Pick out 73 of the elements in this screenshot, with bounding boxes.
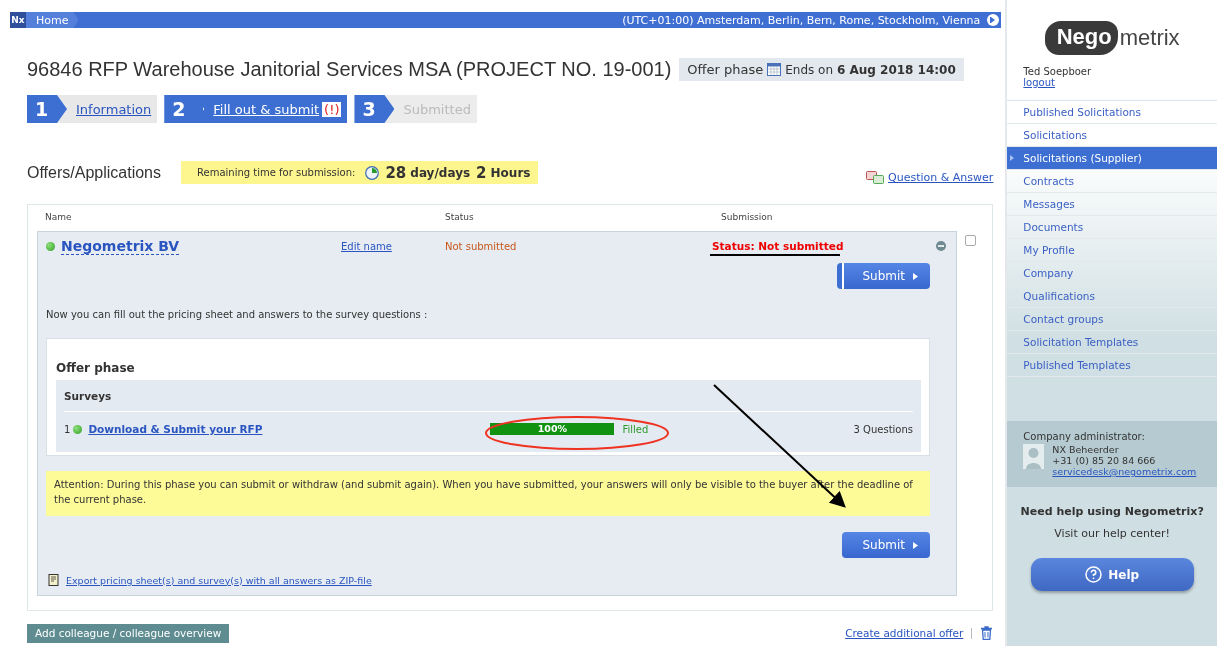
admin-heading: Company administrator:	[1023, 431, 1146, 442]
nav-item[interactable]: Documents	[1007, 216, 1217, 239]
status-dot	[73, 424, 83, 434]
chat-icon	[866, 171, 885, 184]
step-number: 1	[27, 95, 67, 123]
surveys-title: Surveys	[64, 390, 113, 402]
help-text: Visit our help center!	[1053, 527, 1172, 540]
days-unit: day/days	[410, 165, 471, 180]
brand-logo: Nego metrix	[1044, 20, 1180, 56]
collapse-icon[interactable]	[986, 13, 1001, 27]
nav-item[interactable]: Company	[1007, 262, 1217, 285]
instruction-text: Now you can fill out the pricing sheet and answers to the survey questions :	[46, 309, 429, 320]
avatar-icon	[1023, 444, 1045, 469]
question-count: 3 Questions	[853, 423, 913, 435]
document-icon	[48, 574, 60, 586]
trash-icon[interactable]	[980, 626, 994, 640]
nav-item[interactable]: Published Solicitations	[1007, 101, 1217, 124]
calendar-icon	[767, 63, 782, 76]
caret-icon	[913, 541, 918, 549]
caret-icon	[913, 272, 918, 280]
help-title: Need help using Negometrix?	[1019, 505, 1205, 518]
status-text: Not submitted	[445, 240, 518, 252]
collapse-icon[interactable]	[936, 241, 946, 251]
app-logo[interactable]: Nx	[10, 12, 26, 28]
step-number: 3	[354, 95, 395, 123]
checkbox[interactable]	[964, 235, 976, 246]
question-answer-link[interactable]: Question & Answer	[888, 171, 994, 184]
export-link[interactable]: Export pricing sheet(s) and survey(s) with all answers as ZIP-file	[66, 574, 372, 586]
nav-item[interactable]: Contact groups	[1007, 308, 1217, 331]
admin-phone: +31 (0) 85 20 84 666	[1052, 455, 1157, 466]
survey-number: 1	[64, 423, 71, 435]
survey-link[interactable]: Download & Submit your RFP	[88, 423, 263, 435]
logout-link[interactable]: logout	[1023, 77, 1055, 88]
nav-item[interactable]: Messages	[1007, 193, 1217, 216]
nav-item[interactable]: Contracts	[1007, 170, 1217, 193]
home-link[interactable]: Home	[26, 12, 79, 28]
days-value: 28	[385, 163, 407, 182]
column-header: Status	[445, 212, 475, 224]
submit-button[interactable]: Submit	[837, 263, 930, 289]
nav-item[interactable]: Solicitation Templates	[1007, 331, 1217, 354]
column-header: Submission	[721, 212, 774, 224]
remaining-label: Remaining time for submission:	[197, 167, 356, 178]
phase-title: Offer phase	[56, 361, 136, 375]
step-link[interactable]: Fill out & submit	[213, 101, 320, 117]
admin-email-link[interactable]: servicedesk@negometrix.com	[1052, 466, 1197, 477]
section-title: Offers/Applications	[27, 163, 162, 182]
admin-name: NX Beheerder	[1052, 444, 1120, 455]
deadline-text: Ends on 6 Aug 2018 14:00	[785, 62, 956, 77]
nav-item[interactable]: My Profile	[1007, 239, 1217, 262]
page-title: 96846 RFP Warehouse Janitorial Services MSA (PROJECT NO. 19-001)	[27, 58, 672, 81]
nav-item[interactable]: Qualifications	[1007, 285, 1217, 308]
caret-icon	[1010, 155, 1015, 161]
timezone-text: (UTC+01:00) Amsterdam, Berlin, Bern, Rome, Stockholm, Vienna	[622, 13, 981, 27]
user-name: Ted Soepboer	[1023, 66, 1093, 77]
alert-badge: (!)	[322, 101, 342, 117]
nav-item[interactable]: Solicitations (Supplier)	[1007, 147, 1217, 170]
submission-status: Status: Not submitted	[712, 240, 844, 252]
survey-state: Filled	[622, 423, 649, 435]
offer-name-link[interactable]: Negometrix BV	[61, 237, 180, 255]
add-colleague-button[interactable]: Add colleague / colleague overview	[27, 623, 230, 643]
nav-item[interactable]: Published Templates	[1007, 354, 1217, 377]
edit-name-link[interactable]: Edit name	[341, 240, 392, 252]
help-button[interactable]: Help	[1030, 558, 1194, 591]
hours-value: 2	[476, 163, 487, 182]
hours-unit: Hours	[490, 165, 531, 180]
progress-text: 100%	[535, 424, 570, 434]
clock-icon	[365, 165, 380, 180]
help-icon	[1085, 566, 1103, 583]
phase-label: Offer phase	[687, 62, 764, 77]
create-offer-link[interactable]: Create additional offer	[845, 627, 964, 639]
status-dot	[46, 241, 55, 251]
submit-button[interactable]: Submit	[842, 532, 930, 558]
column-header: Name	[45, 212, 73, 224]
